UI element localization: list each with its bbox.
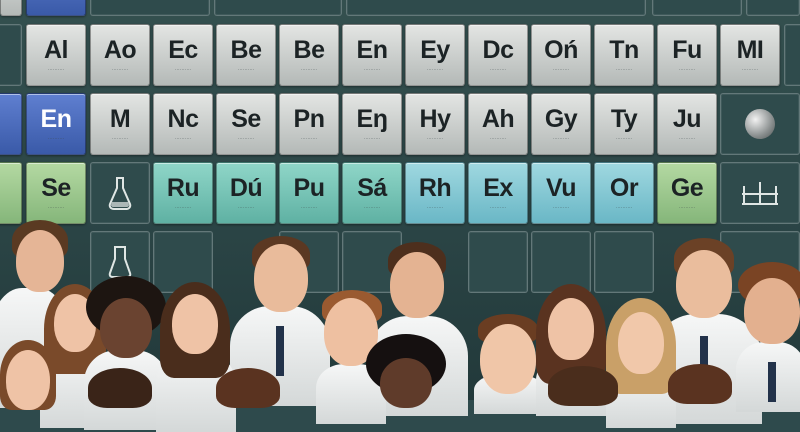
element-tile: Ru ·········· <box>153 162 213 224</box>
element-tile: Gy ·········· <box>531 93 591 155</box>
periodic-row-2: En ·········· M ·········· Nc ·········· Se… <box>0 91 800 159</box>
element-symbol: Ju <box>672 104 702 133</box>
element-symbol: Pu <box>293 173 325 202</box>
element-symbol: Rh <box>418 173 452 202</box>
element-symbol: MI <box>736 35 764 64</box>
element-symbol: Se <box>41 173 71 202</box>
element-symbol: Vu <box>545 173 577 202</box>
element-tile: Or ·········· <box>594 162 654 224</box>
element-tile: Fu ·········· <box>657 24 717 86</box>
element-symbol: En <box>40 104 72 133</box>
molecule-panel <box>0 24 22 86</box>
element-symbol: Se <box>231 104 261 133</box>
element-tile: Be ·········· <box>279 24 339 86</box>
element-tile: Rh ·········· <box>405 162 465 224</box>
element-symbol: Fu <box>672 35 702 64</box>
element-symbol: Eŋ <box>356 104 388 133</box>
element-tile: En ·········· <box>342 24 402 86</box>
element-tile: Se ·········· <box>26 162 86 224</box>
element-tile-partial <box>26 0 86 16</box>
element-symbol: Ex <box>483 173 513 202</box>
element-symbol: Pn <box>293 104 325 133</box>
element-symbol: Dú <box>229 173 263 202</box>
element-symbol: Oń <box>544 35 578 64</box>
test-tube-rack-panel <box>720 162 800 224</box>
element-symbol: M <box>109 104 131 133</box>
element-symbol: Or <box>609 173 639 202</box>
element-tile: Ty ·········· <box>594 93 654 155</box>
element-tile: Vu ·········· <box>531 162 591 224</box>
element-symbol: Al <box>44 35 69 64</box>
molecule-panel: ⚬ <box>90 0 210 16</box>
element-symbol: Ah <box>481 104 515 133</box>
element-tile: Nc ·········· <box>153 93 213 155</box>
element-symbol: Sá <box>357 173 387 202</box>
element-tile: Oń ·········· <box>531 24 591 86</box>
element-tile-partial <box>0 0 22 16</box>
element-tile: Pn ·········· <box>279 93 339 155</box>
element-tile: Hy ·········· <box>405 93 465 155</box>
element-tile: Ge ·········· <box>657 162 717 224</box>
sphere-icon <box>745 109 775 139</box>
element-tile: Sá ·········· <box>342 162 402 224</box>
test-tube-panel <box>746 0 800 16</box>
element-tile: Be ·········· <box>216 24 276 86</box>
element-tile: Ex ·········· <box>468 162 528 224</box>
element-tile: Pu ·········· <box>279 162 339 224</box>
sphere-panel <box>214 0 342 16</box>
sphere-panel <box>720 93 800 155</box>
element-symbol: Ec <box>168 35 198 64</box>
element-symbol: Hy <box>419 104 451 133</box>
element-tile: Al ·········· <box>26 24 86 86</box>
element-symbol: Nc <box>167 104 199 133</box>
element-symbol: Tn <box>609 35 639 64</box>
element-tile: Ey ·········· <box>405 24 465 86</box>
element-tile: M ·········· <box>90 93 150 155</box>
test-tube-rack-icon <box>742 182 778 205</box>
element-tile: Tn ·········· <box>594 24 654 86</box>
element-symbol: Ao <box>103 35 137 64</box>
test-tube-panel <box>784 24 800 86</box>
element-tile: Dú ·········· <box>216 162 276 224</box>
element-tile: Eŋ ·········· <box>342 93 402 155</box>
element-tile: Ah ·········· <box>468 93 528 155</box>
flask-icon <box>108 177 132 210</box>
molecule-panel <box>346 0 646 16</box>
flask-panel <box>90 162 150 224</box>
element-tile: En ·········· <box>26 93 86 155</box>
element-symbol: Dc <box>482 35 514 64</box>
element-symbol: Ru <box>166 173 200 202</box>
element-tile: Se ·········· <box>216 93 276 155</box>
element-symbol: Ey <box>420 35 450 64</box>
element-tile-partial <box>0 162 22 224</box>
periodic-row-1: Al ·········· Ao ·········· Ec ·········· B… <box>0 22 800 90</box>
periodic-table-top-strip: ⚬ <box>0 0 800 20</box>
element-tile: Ec ·········· <box>153 24 213 86</box>
element-symbol: Gy <box>544 104 578 133</box>
element-symbol: En <box>356 35 388 64</box>
element-symbol: Ge <box>670 173 704 202</box>
element-symbol: Ty <box>610 104 638 133</box>
element-tile: MI ·········· <box>720 24 780 86</box>
student-group <box>0 218 800 432</box>
element-tile-partial <box>0 93 22 155</box>
element-symbol: Be <box>230 35 262 64</box>
element-symbol: Be <box>293 35 325 64</box>
element-tile: Ju ·········· <box>657 93 717 155</box>
beaker-panel <box>652 0 742 16</box>
element-tile: Ao ·········· <box>90 24 150 86</box>
element-tile: Dc ·········· <box>468 24 528 86</box>
